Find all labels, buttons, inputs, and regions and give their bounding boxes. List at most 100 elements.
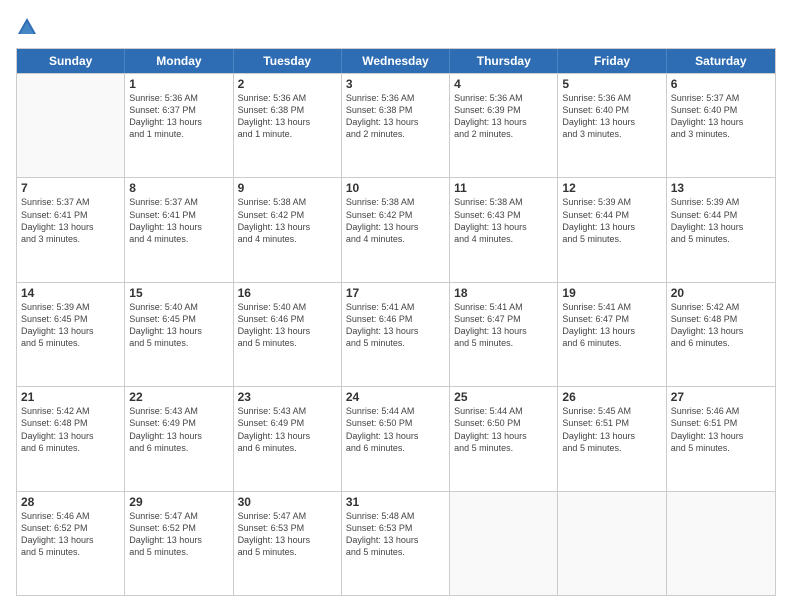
day-number: 20 xyxy=(671,286,771,300)
weekday-header-monday: Monday xyxy=(125,49,233,73)
day-info: Sunrise: 5:36 AM Sunset: 6:38 PM Dayligh… xyxy=(238,92,337,141)
day-number: 8 xyxy=(129,181,228,195)
day-cell-30: 30Sunrise: 5:47 AM Sunset: 6:53 PM Dayli… xyxy=(234,492,342,595)
weekday-header-tuesday: Tuesday xyxy=(234,49,342,73)
day-info: Sunrise: 5:41 AM Sunset: 6:47 PM Dayligh… xyxy=(562,301,661,350)
day-number: 6 xyxy=(671,77,771,91)
calendar-body: 1Sunrise: 5:36 AM Sunset: 6:37 PM Daylig… xyxy=(17,73,775,595)
weekday-header-friday: Friday xyxy=(558,49,666,73)
day-info: Sunrise: 5:39 AM Sunset: 6:45 PM Dayligh… xyxy=(21,301,120,350)
day-cell-27: 27Sunrise: 5:46 AM Sunset: 6:51 PM Dayli… xyxy=(667,387,775,490)
week-row-0: 1Sunrise: 5:36 AM Sunset: 6:37 PM Daylig… xyxy=(17,73,775,177)
day-cell-21: 21Sunrise: 5:42 AM Sunset: 6:48 PM Dayli… xyxy=(17,387,125,490)
week-row-4: 28Sunrise: 5:46 AM Sunset: 6:52 PM Dayli… xyxy=(17,491,775,595)
weekday-header-thursday: Thursday xyxy=(450,49,558,73)
page: SundayMondayTuesdayWednesdayThursdayFrid… xyxy=(0,0,792,612)
day-cell-19: 19Sunrise: 5:41 AM Sunset: 6:47 PM Dayli… xyxy=(558,283,666,386)
day-info: Sunrise: 5:42 AM Sunset: 6:48 PM Dayligh… xyxy=(671,301,771,350)
day-info: Sunrise: 5:46 AM Sunset: 6:51 PM Dayligh… xyxy=(671,405,771,454)
day-number: 31 xyxy=(346,495,445,509)
day-info: Sunrise: 5:36 AM Sunset: 6:37 PM Dayligh… xyxy=(129,92,228,141)
day-info: Sunrise: 5:37 AM Sunset: 6:40 PM Dayligh… xyxy=(671,92,771,141)
day-info: Sunrise: 5:46 AM Sunset: 6:52 PM Dayligh… xyxy=(21,510,120,559)
day-number: 7 xyxy=(21,181,120,195)
day-info: Sunrise: 5:44 AM Sunset: 6:50 PM Dayligh… xyxy=(346,405,445,454)
day-cell-17: 17Sunrise: 5:41 AM Sunset: 6:46 PM Dayli… xyxy=(342,283,450,386)
day-info: Sunrise: 5:43 AM Sunset: 6:49 PM Dayligh… xyxy=(238,405,337,454)
day-cell-18: 18Sunrise: 5:41 AM Sunset: 6:47 PM Dayli… xyxy=(450,283,558,386)
day-info: Sunrise: 5:42 AM Sunset: 6:48 PM Dayligh… xyxy=(21,405,120,454)
day-info: Sunrise: 5:39 AM Sunset: 6:44 PM Dayligh… xyxy=(671,196,771,245)
day-number: 25 xyxy=(454,390,553,404)
day-cell-11: 11Sunrise: 5:38 AM Sunset: 6:43 PM Dayli… xyxy=(450,178,558,281)
day-cell-22: 22Sunrise: 5:43 AM Sunset: 6:49 PM Dayli… xyxy=(125,387,233,490)
day-number: 26 xyxy=(562,390,661,404)
calendar-header: SundayMondayTuesdayWednesdayThursdayFrid… xyxy=(17,49,775,73)
day-number: 16 xyxy=(238,286,337,300)
logo xyxy=(16,16,44,38)
empty-cell xyxy=(17,74,125,177)
day-info: Sunrise: 5:38 AM Sunset: 6:42 PM Dayligh… xyxy=(346,196,445,245)
day-number: 27 xyxy=(671,390,771,404)
week-row-2: 14Sunrise: 5:39 AM Sunset: 6:45 PM Dayli… xyxy=(17,282,775,386)
day-cell-5: 5Sunrise: 5:36 AM Sunset: 6:40 PM Daylig… xyxy=(558,74,666,177)
day-cell-24: 24Sunrise: 5:44 AM Sunset: 6:50 PM Dayli… xyxy=(342,387,450,490)
day-info: Sunrise: 5:47 AM Sunset: 6:53 PM Dayligh… xyxy=(238,510,337,559)
day-number: 14 xyxy=(21,286,120,300)
empty-cell xyxy=(667,492,775,595)
day-cell-26: 26Sunrise: 5:45 AM Sunset: 6:51 PM Dayli… xyxy=(558,387,666,490)
day-info: Sunrise: 5:41 AM Sunset: 6:47 PM Dayligh… xyxy=(454,301,553,350)
day-number: 5 xyxy=(562,77,661,91)
day-number: 15 xyxy=(129,286,228,300)
day-cell-8: 8Sunrise: 5:37 AM Sunset: 6:41 PM Daylig… xyxy=(125,178,233,281)
day-number: 10 xyxy=(346,181,445,195)
day-cell-14: 14Sunrise: 5:39 AM Sunset: 6:45 PM Dayli… xyxy=(17,283,125,386)
empty-cell xyxy=(450,492,558,595)
day-number: 18 xyxy=(454,286,553,300)
day-cell-12: 12Sunrise: 5:39 AM Sunset: 6:44 PM Dayli… xyxy=(558,178,666,281)
day-info: Sunrise: 5:40 AM Sunset: 6:46 PM Dayligh… xyxy=(238,301,337,350)
day-info: Sunrise: 5:38 AM Sunset: 6:42 PM Dayligh… xyxy=(238,196,337,245)
day-cell-13: 13Sunrise: 5:39 AM Sunset: 6:44 PM Dayli… xyxy=(667,178,775,281)
day-cell-1: 1Sunrise: 5:36 AM Sunset: 6:37 PM Daylig… xyxy=(125,74,233,177)
day-number: 1 xyxy=(129,77,228,91)
day-cell-4: 4Sunrise: 5:36 AM Sunset: 6:39 PM Daylig… xyxy=(450,74,558,177)
day-info: Sunrise: 5:36 AM Sunset: 6:38 PM Dayligh… xyxy=(346,92,445,141)
week-row-1: 7Sunrise: 5:37 AM Sunset: 6:41 PM Daylig… xyxy=(17,177,775,281)
day-number: 13 xyxy=(671,181,771,195)
day-info: Sunrise: 5:37 AM Sunset: 6:41 PM Dayligh… xyxy=(129,196,228,245)
day-cell-28: 28Sunrise: 5:46 AM Sunset: 6:52 PM Dayli… xyxy=(17,492,125,595)
day-info: Sunrise: 5:37 AM Sunset: 6:41 PM Dayligh… xyxy=(21,196,120,245)
day-number: 24 xyxy=(346,390,445,404)
day-cell-3: 3Sunrise: 5:36 AM Sunset: 6:38 PM Daylig… xyxy=(342,74,450,177)
day-info: Sunrise: 5:38 AM Sunset: 6:43 PM Dayligh… xyxy=(454,196,553,245)
day-cell-20: 20Sunrise: 5:42 AM Sunset: 6:48 PM Dayli… xyxy=(667,283,775,386)
day-info: Sunrise: 5:40 AM Sunset: 6:45 PM Dayligh… xyxy=(129,301,228,350)
day-cell-7: 7Sunrise: 5:37 AM Sunset: 6:41 PM Daylig… xyxy=(17,178,125,281)
day-cell-16: 16Sunrise: 5:40 AM Sunset: 6:46 PM Dayli… xyxy=(234,283,342,386)
day-info: Sunrise: 5:45 AM Sunset: 6:51 PM Dayligh… xyxy=(562,405,661,454)
day-info: Sunrise: 5:36 AM Sunset: 6:40 PM Dayligh… xyxy=(562,92,661,141)
day-info: Sunrise: 5:41 AM Sunset: 6:46 PM Dayligh… xyxy=(346,301,445,350)
day-number: 22 xyxy=(129,390,228,404)
weekday-header-sunday: Sunday xyxy=(17,49,125,73)
day-info: Sunrise: 5:43 AM Sunset: 6:49 PM Dayligh… xyxy=(129,405,228,454)
calendar: SundayMondayTuesdayWednesdayThursdayFrid… xyxy=(16,48,776,596)
day-cell-31: 31Sunrise: 5:48 AM Sunset: 6:53 PM Dayli… xyxy=(342,492,450,595)
day-number: 30 xyxy=(238,495,337,509)
day-number: 19 xyxy=(562,286,661,300)
day-cell-29: 29Sunrise: 5:47 AM Sunset: 6:52 PM Dayli… xyxy=(125,492,233,595)
header xyxy=(16,16,776,38)
day-number: 12 xyxy=(562,181,661,195)
day-cell-25: 25Sunrise: 5:44 AM Sunset: 6:50 PM Dayli… xyxy=(450,387,558,490)
week-row-3: 21Sunrise: 5:42 AM Sunset: 6:48 PM Dayli… xyxy=(17,386,775,490)
day-number: 21 xyxy=(21,390,120,404)
day-cell-2: 2Sunrise: 5:36 AM Sunset: 6:38 PM Daylig… xyxy=(234,74,342,177)
day-info: Sunrise: 5:44 AM Sunset: 6:50 PM Dayligh… xyxy=(454,405,553,454)
day-number: 17 xyxy=(346,286,445,300)
empty-cell xyxy=(558,492,666,595)
logo-icon xyxy=(16,16,38,38)
day-info: Sunrise: 5:47 AM Sunset: 6:52 PM Dayligh… xyxy=(129,510,228,559)
day-info: Sunrise: 5:48 AM Sunset: 6:53 PM Dayligh… xyxy=(346,510,445,559)
day-number: 4 xyxy=(454,77,553,91)
